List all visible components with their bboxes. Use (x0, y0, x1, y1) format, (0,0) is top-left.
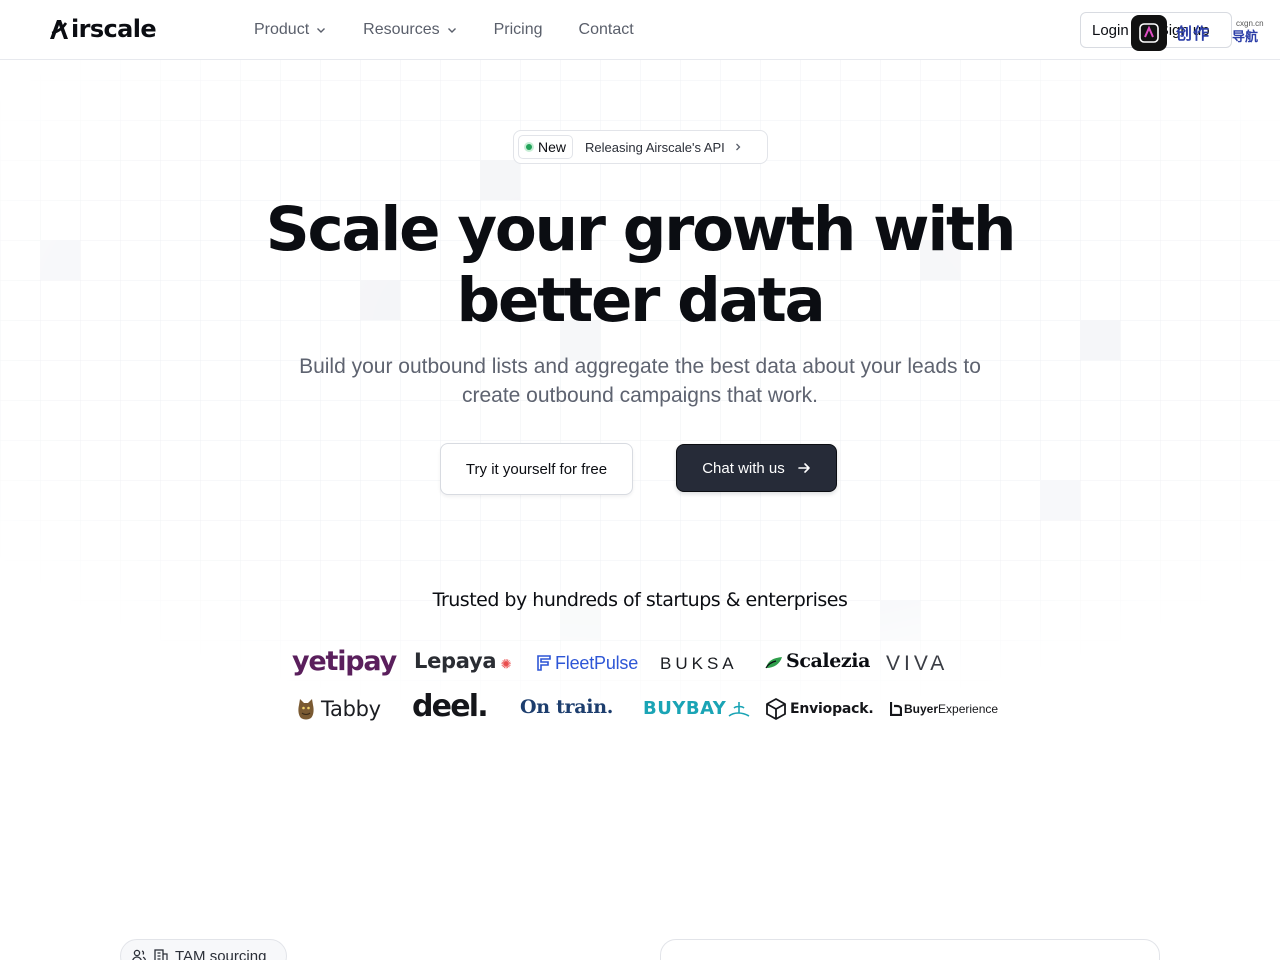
tam-sourcing-label: TAM sourcing (175, 947, 267, 960)
chat-with-us-button[interactable]: Chat with us (676, 444, 837, 492)
nav-product-label: Product (254, 21, 310, 38)
nav-resources-label: Resources (363, 21, 440, 38)
nav-product[interactable]: Product (254, 19, 327, 41)
building-icon (154, 949, 168, 960)
arrow-right-icon (797, 463, 810, 473)
airscale-logo-icon (50, 20, 68, 39)
logo-buyer-text: Buyer (904, 701, 939, 716)
nav-contact[interactable]: Contact (579, 19, 634, 41)
logo-tabby: Tabby (296, 697, 381, 721)
hero-subtitle: Build your outbound lists and aggregate … (299, 355, 981, 407)
nav-resources[interactable]: Resources (363, 19, 457, 41)
chevron-down-icon (447, 28, 456, 33)
top-navigation: irscale Product Resources Pricing Contac… (0, 0, 1280, 60)
status-dot-icon (526, 144, 532, 150)
feature-card (660, 939, 1160, 960)
new-tag: New (518, 135, 574, 159)
logo-buyerexperience: Buyer Experience (890, 701, 998, 716)
new-tag-label: New (538, 139, 567, 155)
logo-tabby-text: Tabby (321, 696, 381, 721)
chevron-right-icon (735, 143, 741, 151)
tam-sourcing-tag: TAM sourcing (120, 939, 287, 960)
logo-enviopack-text: Enviopack. (790, 701, 874, 717)
logo-buybay-text: BUYBAY (643, 698, 727, 719)
trusted-heading: Trusted by hundreds of startups & enterp… (432, 589, 848, 611)
enviopack-box-icon (766, 698, 786, 720)
nav-contact-label: Contact (578, 21, 634, 38)
buyerexperience-icon (890, 702, 902, 716)
logo-experience-text: Experience (938, 701, 999, 716)
try-free-button[interactable]: Try it yourself for free (440, 443, 633, 495)
try-free-label: Try it yourself for free (465, 460, 608, 478)
logo-buybay: BUYBAY (643, 700, 750, 718)
logo-enviopack: Enviopack. (766, 698, 874, 720)
logo-ontrain: On train. (520, 696, 614, 718)
tabby-cat-icon (298, 699, 314, 720)
overlay-logo-icon (1139, 23, 1159, 43)
hero-title-line2: better data (456, 265, 826, 336)
chevron-down-icon (317, 28, 326, 33)
chat-label: Chat with us (702, 459, 785, 477)
hero-title: Scale your growth with better data (240, 194, 1040, 336)
overlay-watermark-text: 创作 (1176, 24, 1211, 43)
nav-pricing-label: Pricing (493, 21, 543, 38)
buybay-wave-icon (728, 702, 750, 717)
nav-links: Product Resources Pricing Contact (254, 19, 670, 41)
brand-logo[interactable]: irscale (48, 15, 157, 43)
overlay-watermark-sub: 导航 (1232, 30, 1259, 45)
users-icon (132, 949, 146, 960)
login-label: Login (1092, 21, 1129, 39)
announcement-text: Releasing Airscale's API (585, 139, 725, 155)
hero-title-line1: Scale your growth with (265, 194, 1017, 265)
brand-name: irscale (71, 15, 157, 43)
announcement-badge[interactable]: New Releasing Airscale's API (513, 130, 768, 164)
nav-pricing[interactable]: Pricing (494, 19, 543, 41)
overlay-app-icon[interactable] (1131, 15, 1167, 51)
